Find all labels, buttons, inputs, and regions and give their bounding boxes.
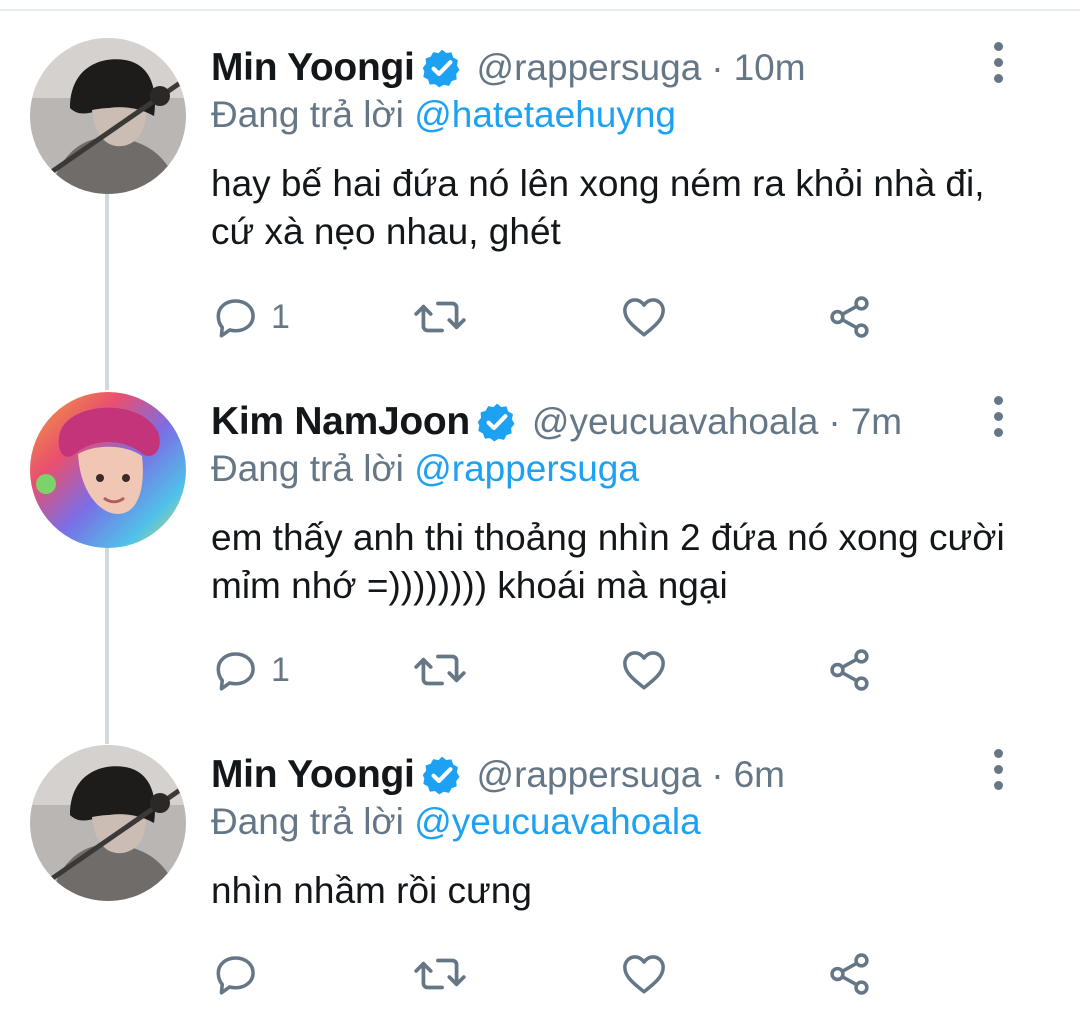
share-button[interactable]	[825, 946, 875, 1002]
tweet-text: em thấy anh thi thoảng nhìn 2 đứa nó xon…	[211, 517, 1005, 606]
tweet-header: Min Yoongi @rappersuga · 6m	[211, 745, 785, 805]
more-options-icon[interactable]	[985, 749, 1011, 797]
retweet-button[interactable]	[411, 289, 469, 345]
verified-badge-icon	[422, 49, 460, 88]
action-bar: 1	[211, 289, 911, 345]
retweet-icon	[414, 958, 466, 990]
avatar-dark-hair-icon	[30, 745, 186, 901]
avatar-dark-hair-icon	[30, 38, 186, 194]
replying-prefix: Đang trả lời	[211, 94, 415, 135]
heart-icon	[623, 651, 665, 690]
action-bar	[211, 946, 911, 1002]
like-button[interactable]	[619, 642, 669, 698]
reply-button[interactable]: 1	[211, 289, 290, 345]
replying-to-line: Đang trả lời @yeucuavahoala	[211, 801, 701, 843]
top-divider	[0, 9, 1080, 11]
verified-badge-icon	[477, 403, 515, 442]
retweet-button[interactable]	[411, 946, 469, 1002]
user-handle[interactable]: @rappersuga	[477, 47, 702, 89]
separator-dot: ·	[828, 401, 841, 442]
avatar[interactable]	[30, 745, 186, 901]
more-options-icon[interactable]	[985, 42, 1011, 90]
heart-icon	[623, 298, 665, 337]
tweet-text: nhìn nhầm rồi cưng	[211, 870, 532, 911]
tweet-header: Kim NamJoon @yeucuavahoala · 7m	[211, 392, 902, 452]
reply-icon	[216, 652, 255, 691]
heart-icon	[623, 955, 665, 994]
share-icon	[830, 649, 869, 691]
timestamp[interactable]: 7m	[851, 401, 902, 443]
like-button[interactable]	[619, 946, 669, 1002]
tweet-header: Min Yoongi @rappersuga · 10m	[211, 38, 806, 98]
replying-to-line: Đang trả lời @hatetaehuyng	[211, 94, 676, 136]
timestamp[interactable]: 6m	[734, 754, 785, 796]
retweet-button[interactable]	[411, 642, 469, 698]
mention-link[interactable]: @rappersuga	[414, 448, 639, 489]
reply-count: 1	[271, 297, 290, 336]
retweet-icon	[414, 654, 466, 686]
avatar[interactable]	[30, 392, 186, 548]
reply-button[interactable]: 1	[211, 642, 290, 698]
separator-dot: ·	[711, 754, 724, 795]
avatar[interactable]	[30, 38, 186, 194]
display-name[interactable]: Min Yoongi	[211, 753, 415, 797]
share-icon	[830, 953, 869, 995]
display-name[interactable]: Kim NamJoon	[211, 400, 470, 444]
share-button[interactable]	[825, 642, 875, 698]
share-icon	[830, 296, 869, 338]
mention-link[interactable]: @hatetaehuyng	[414, 94, 676, 135]
action-bar: 1	[211, 642, 911, 698]
mention-link[interactable]: @yeucuavahoala	[414, 801, 700, 842]
tweet[interactable]: Min Yoongi @rappersuga · 6m Đang trả lời…	[0, 745, 1080, 1015]
verified-badge-icon	[422, 756, 460, 795]
reply-icon	[216, 956, 255, 995]
like-button[interactable]	[619, 289, 669, 345]
tweet[interactable]: Kim NamJoon @yeucuavahoala · 7m Đang trả…	[0, 392, 1080, 712]
retweet-icon	[414, 301, 466, 333]
share-button[interactable]	[825, 289, 875, 345]
separator-dot: ·	[711, 47, 724, 88]
reply-icon	[216, 299, 255, 338]
tweet-text: hay bế hai đứa nó lên xong ném ra khỏi n…	[211, 163, 985, 252]
replying-prefix: Đang trả lời	[211, 801, 415, 842]
more-options-icon[interactable]	[985, 396, 1011, 444]
display-name[interactable]: Min Yoongi	[211, 46, 415, 90]
user-handle[interactable]: @rappersuga	[477, 754, 702, 796]
reply-count: 1	[271, 650, 290, 689]
user-handle[interactable]: @yeucuavahoala	[532, 401, 818, 443]
replying-to-line: Đang trả lời @rappersuga	[211, 448, 639, 490]
timestamp[interactable]: 10m	[734, 47, 806, 89]
replying-prefix: Đang trả lời	[211, 448, 415, 489]
tweet[interactable]: Min Yoongi @rappersuga · 10m Đang trả lờ…	[0, 38, 1080, 358]
avatar-rainbow-icon	[30, 392, 186, 548]
reply-button[interactable]	[211, 946, 271, 1002]
